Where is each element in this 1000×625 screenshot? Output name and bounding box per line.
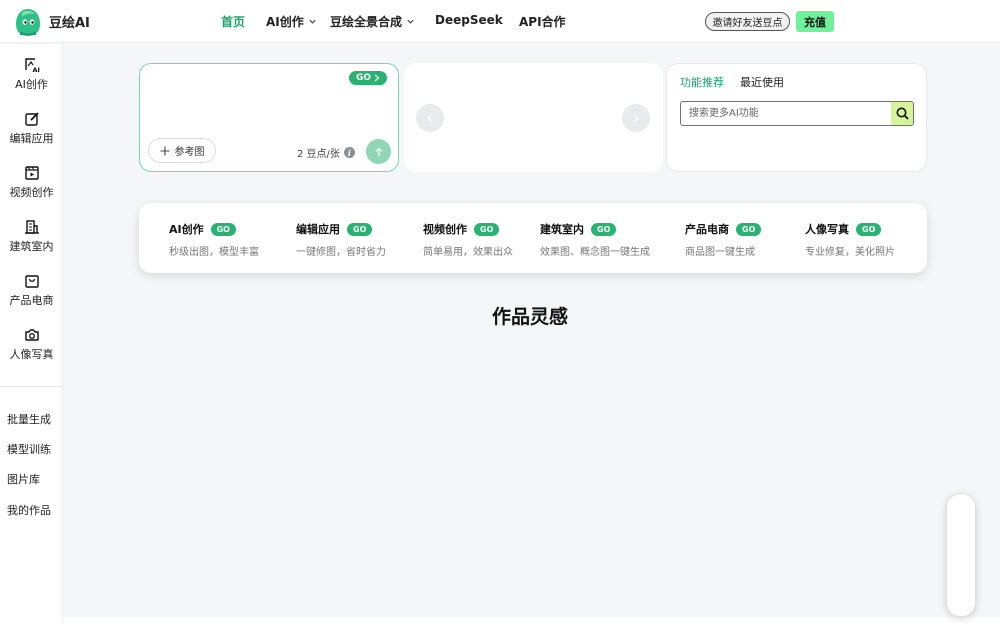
category-title: 产品电商 — [685, 223, 729, 236]
building-icon — [24, 220, 39, 234]
svg-text:AI: AI — [32, 66, 39, 73]
floating-toolbar[interactable] — [946, 493, 976, 617]
category-title: AI创作 — [169, 223, 204, 236]
chevron-right-icon — [634, 114, 639, 122]
sidebar-item-ai-create[interactable]: AI AI创作 — [0, 57, 63, 92]
logo-icon[interactable] — [14, 7, 42, 37]
sidebar-item-edit[interactable]: 编辑应用 — [0, 111, 63, 146]
go-button[interactable]: GO — [348, 71, 387, 85]
category-subtitle: 商品图一键生成 — [685, 247, 755, 258]
cost-label: 2 豆点/张 — [297, 149, 340, 160]
category-go-badge[interactable]: GO — [210, 222, 236, 236]
category-subtitle: 效果图、概念图一键生成 — [540, 247, 650, 258]
carousel-next-button[interactable] — [622, 104, 650, 132]
brand-name[interactable]: 豆绘AI — [49, 12, 90, 31]
prompt-panel[interactable]: GO 参考图 2 豆点/张 i — [139, 63, 399, 172]
sidebar-link-model-training[interactable]: 模型训练 — [7, 441, 51, 457]
category-subtitle: 秒级出图，模型丰富 — [169, 247, 259, 258]
tab-recent[interactable]: 最近使用 — [740, 74, 784, 90]
category-bar: AI创作 GO 秒级出图，模型丰富 编辑应用 GO 一键修图，省时省力 视频创作 GO… — [139, 203, 927, 273]
shopping-bag-icon — [24, 275, 39, 288]
sidebar-item-building[interactable]: 建筑室内 — [0, 219, 63, 254]
sidebar-item-label: 产品电商 — [9, 294, 54, 307]
category-portrait[interactable]: 人像写真 GO 专业修复，美化照片 — [805, 221, 895, 258]
section-title: 作品灵感 — [492, 306, 569, 328]
chevron-left-icon — [427, 114, 432, 122]
bottom-strip — [63, 617, 1000, 625]
ai-create-icon: AI — [24, 58, 39, 73]
category-building[interactable]: 建筑室内 GO 效果图、概念图一键生成 — [540, 221, 650, 258]
category-go-badge[interactable]: GO — [347, 222, 373, 236]
sidebar-item-portrait[interactable]: 人像写真 — [0, 327, 63, 362]
category-go-badge[interactable]: GO — [856, 222, 882, 236]
sidebar: AI AI创作 编辑应用 视频创作 建筑室内 产品电商 人像写真 批量生成 模型… — [0, 44, 63, 625]
go-label: GO — [355, 73, 371, 83]
chevron-right-icon — [374, 74, 380, 82]
video-icon — [24, 166, 39, 180]
category-ecommerce[interactable]: 产品电商 GO 商品图一键生成 — [685, 221, 762, 258]
edit-icon — [24, 112, 39, 126]
category-title: 建筑室内 — [540, 223, 584, 236]
tab-recommended[interactable]: 功能推荐 — [680, 74, 724, 90]
nav-panorama[interactable]: 豆绘全景合成 — [330, 13, 415, 30]
invite-friends-button[interactable]: 邀请好友送豆点 — [705, 12, 790, 31]
sidebar-divider — [0, 386, 63, 387]
nav-home[interactable]: 首页 — [221, 13, 245, 30]
sidebar-item-video[interactable]: 视频创作 — [0, 165, 63, 200]
search-input[interactable] — [681, 102, 886, 125]
cost-indicator: 2 豆点/张 i — [297, 145, 355, 160]
recharge-button[interactable]: 充值 — [796, 11, 834, 32]
arrow-up-icon — [375, 147, 382, 156]
sidebar-item-label: 视频创作 — [9, 186, 54, 199]
category-ai-create[interactable]: AI创作 GO 秒级出图，模型丰富 — [169, 221, 259, 258]
sidebar-item-label: 编辑应用 — [9, 132, 54, 145]
search-icon — [896, 107, 909, 120]
nav-home-label: 首页 — [221, 15, 246, 29]
category-go-badge[interactable]: GO — [736, 222, 762, 236]
banner-carousel — [404, 63, 663, 172]
reference-image-label: 参考图 — [174, 147, 205, 158]
send-button[interactable] — [366, 139, 391, 164]
sidebar-link-my-works[interactable]: 我的作品 — [7, 502, 51, 518]
category-title: 人像写真 — [805, 223, 849, 236]
feature-panel: 功能推荐 最近使用 — [666, 63, 927, 172]
category-edit[interactable]: 编辑应用 GO 一键修图，省时省力 — [296, 221, 386, 258]
search-button[interactable] — [891, 102, 913, 125]
category-go-badge[interactable]: GO — [591, 222, 617, 236]
nav-ai-create-label: AI创作 — [266, 15, 304, 29]
category-subtitle: 一键修图，省时省力 — [296, 247, 386, 258]
category-subtitle: 简单易用，效果出众 — [423, 247, 513, 258]
sidebar-item-ecommerce[interactable]: 产品电商 — [0, 273, 63, 308]
category-subtitle: 专业修复，美化照片 — [805, 247, 895, 258]
category-video[interactable]: 视频创作 GO 简单易用，效果出众 — [423, 221, 513, 258]
carousel-prev-button[interactable] — [416, 104, 444, 132]
reference-image-button[interactable]: 参考图 — [148, 138, 216, 163]
category-go-badge[interactable]: GO — [474, 222, 500, 236]
plus-icon — [160, 146, 169, 155]
info-icon[interactable]: i — [343, 147, 355, 158]
category-title: 视频创作 — [423, 223, 467, 236]
nav-deepseek-label: DeepSeek — [435, 13, 503, 27]
top-bar: 豆绘AI 首页 AI创作 豆绘全景合成 DeepSeek API合作 邀请好友送… — [0, 0, 1000, 43]
sidebar-item-label: 人像写真 — [9, 348, 54, 361]
sidebar-link-batch[interactable]: 批量生成 — [7, 411, 51, 427]
nav-deepseek[interactable]: DeepSeek — [435, 13, 503, 27]
camera-icon — [24, 329, 39, 341]
sidebar-link-gallery[interactable]: 图片库 — [7, 471, 40, 487]
nav-api-label: API合作 — [519, 15, 566, 29]
sidebar-item-label: AI创作 — [15, 78, 48, 91]
nav-ai-create[interactable]: AI创作 — [266, 13, 317, 30]
nav-api[interactable]: API合作 — [519, 13, 566, 30]
sidebar-item-label: 建筑室内 — [9, 240, 54, 253]
nav-panorama-label: 豆绘全景合成 — [330, 15, 403, 29]
feature-search — [680, 101, 914, 126]
chevron-down-icon — [407, 19, 414, 24]
chevron-down-icon — [309, 19, 316, 24]
category-title: 编辑应用 — [296, 223, 340, 236]
